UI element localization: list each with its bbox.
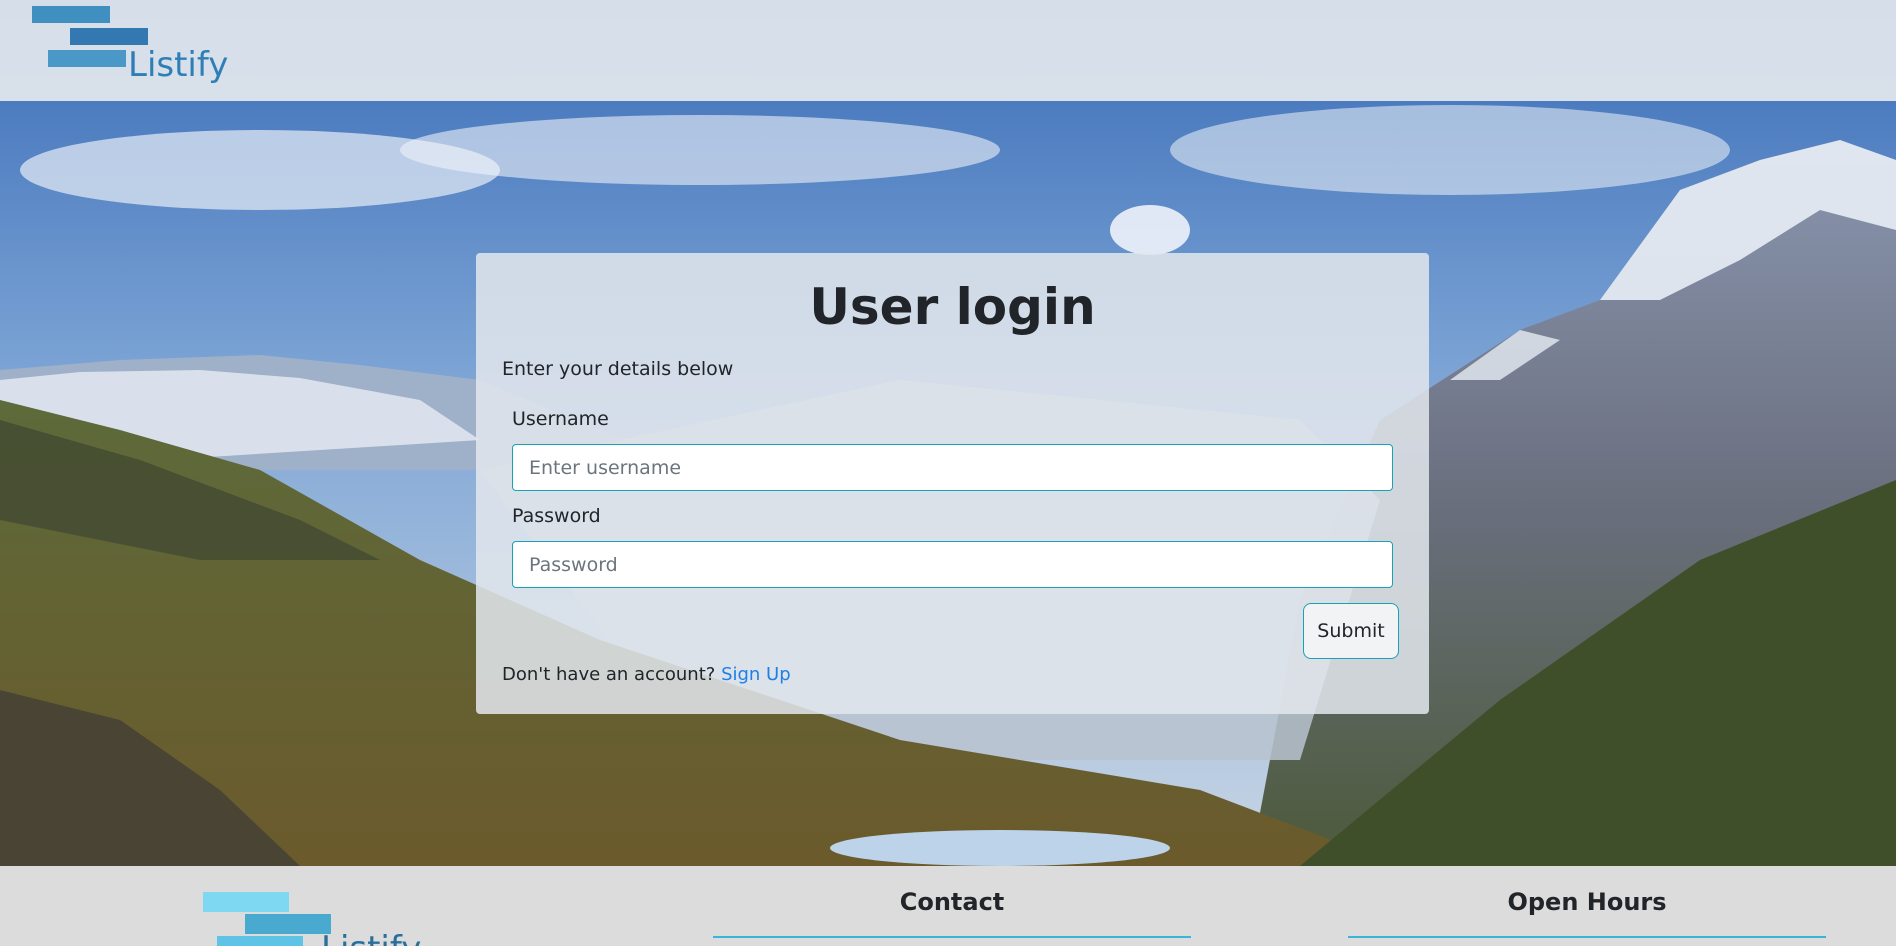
signup-row: Don't have an account? Sign Up [502, 664, 791, 685]
logo-bar-1 [32, 6, 110, 23]
login-subtitle: Enter your details below [502, 358, 734, 380]
username-label: Username [512, 408, 609, 430]
login-card: User login Enter your details below User… [476, 253, 1429, 714]
open-hours-divider [1348, 936, 1826, 938]
footer-logo-wordmark: Listify [321, 932, 421, 946]
submit-button[interactable]: Submit [1303, 603, 1399, 659]
footer-logo[interactable]: Listify [203, 892, 423, 946]
site-header: Listify [0, 0, 1896, 101]
logo-bar-3 [48, 50, 126, 67]
listify-logo[interactable]: Listify [32, 6, 228, 92]
open-hours-heading: Open Hours [1507, 888, 1667, 916]
username-input[interactable] [512, 444, 1393, 491]
footer-logo-bar-2 [245, 914, 331, 934]
footer-logo-bar-3 [217, 936, 303, 946]
logo-bar-2 [70, 28, 148, 45]
footer-logo-bar-1 [203, 892, 289, 912]
contact-divider [713, 936, 1191, 938]
signup-link[interactable]: Sign Up [721, 664, 791, 685]
signup-prompt: Don't have an account? [502, 664, 716, 685]
site-footer: Listify Contact Open Hours [0, 866, 1896, 946]
logo-wordmark: Listify [128, 45, 229, 85]
password-label: Password [512, 505, 601, 527]
contact-heading: Contact [899, 888, 1005, 916]
page-title: User login [809, 278, 1096, 336]
password-input[interactable] [512, 541, 1393, 588]
